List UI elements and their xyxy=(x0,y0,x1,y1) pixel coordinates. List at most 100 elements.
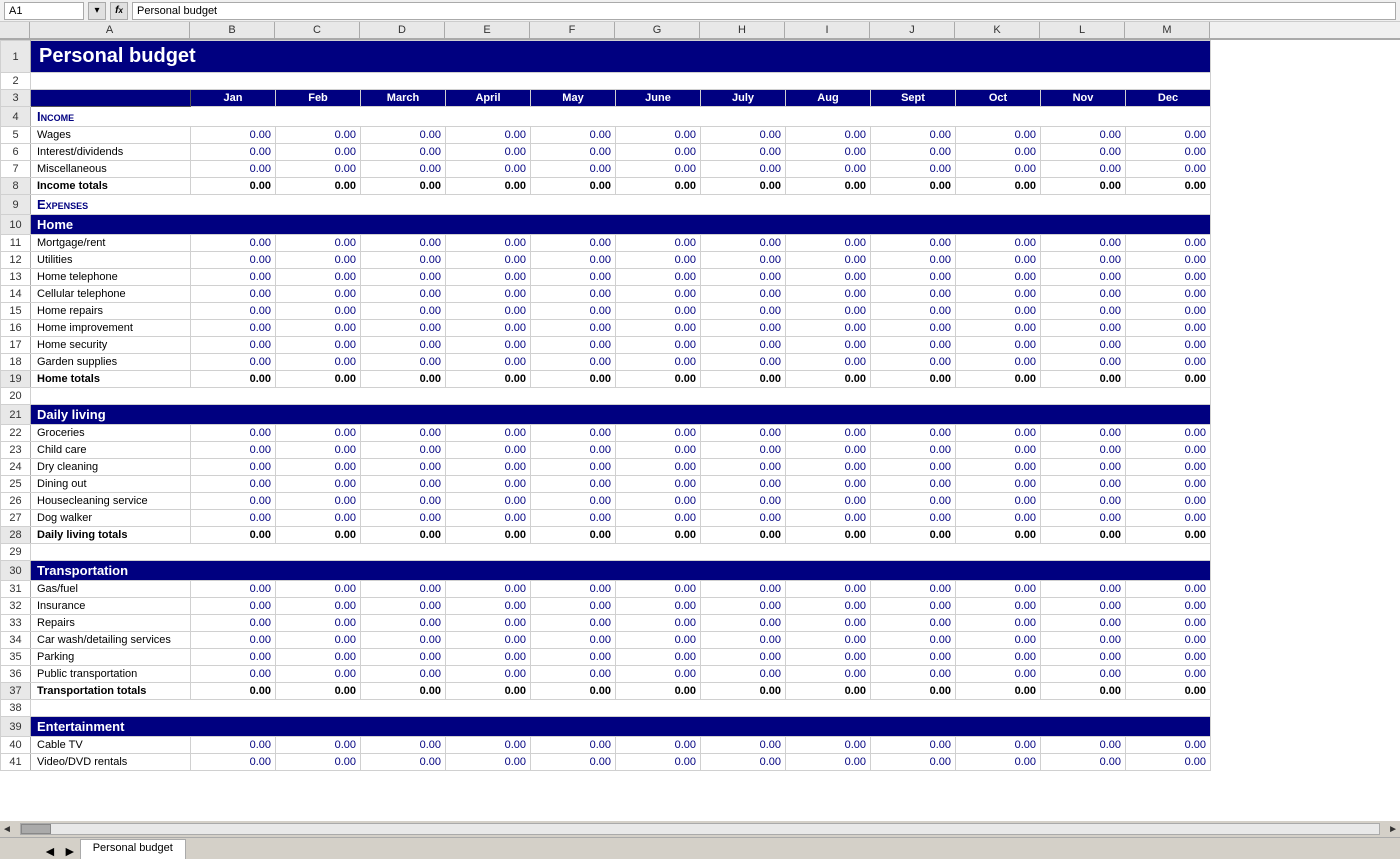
row-2: 2 xyxy=(1,73,1211,90)
row-36-public-transport: 36 Public transportation 0.00 0.00 0.00 … xyxy=(1,666,1211,683)
expand-btn[interactable]: ▾ xyxy=(88,2,106,20)
row-6-interest: 6 Interest/dividends 0.00 0.00 0.00 0.00… xyxy=(1,144,1211,161)
col-header-L[interactable]: L xyxy=(1040,22,1125,38)
row-39-entertainment: 39 Entertainment xyxy=(1,717,1211,737)
wages-apr[interactable]: 0.00 xyxy=(446,127,531,144)
row-25-dining: 25 Dining out 0.00 0.00 0.00 0.00 0.00 0… xyxy=(1,476,1211,493)
row-26-housecleaning: 26 Housecleaning service 0.00 0.00 0.00 … xyxy=(1,493,1211,510)
month-march[interactable]: March xyxy=(361,90,446,107)
col-header-M[interactable]: M xyxy=(1125,22,1210,38)
month-nov[interactable]: Nov xyxy=(1041,90,1126,107)
row-9-expenses: 9 Expenses xyxy=(1,195,1211,215)
row-20: 20 xyxy=(1,388,1211,405)
row-12-utilities: 12 Utilities 0.00 0.00 0.00 0.00 0.00 0.… xyxy=(1,252,1211,269)
wages-oct[interactable]: 0.00 xyxy=(956,127,1041,144)
income-section-header: Income xyxy=(31,107,1211,127)
col-header-H[interactable]: H xyxy=(700,22,785,38)
col-header-E[interactable]: E xyxy=(445,22,530,38)
col-header-I[interactable]: I xyxy=(785,22,870,38)
col-header-A[interactable]: A xyxy=(30,22,190,38)
wages-feb[interactable]: 0.00 xyxy=(276,127,361,144)
col-header-B[interactable]: B xyxy=(190,22,275,38)
row-15-home-repairs: 15 Home repairs 0.00 0.00 0.00 0.00 0.00… xyxy=(1,303,1211,320)
interest-label[interactable]: Interest/dividends xyxy=(31,144,191,161)
month-jan[interactable]: Jan xyxy=(191,90,276,107)
horizontal-scrollbar[interactable]: ◄ ► xyxy=(0,821,1400,837)
transport-section-header: Transportation xyxy=(31,561,1211,581)
wages-mar[interactable]: 0.00 xyxy=(361,127,446,144)
col-header-K[interactable]: K xyxy=(955,22,1040,38)
row-21-daily: 21 Daily living xyxy=(1,405,1211,425)
row-24-dry-cleaning: 24 Dry cleaning 0.00 0.00 0.00 0.00 0.00… xyxy=(1,459,1211,476)
row-13-home-phone: 13 Home telephone 0.00 0.00 0.00 0.00 0.… xyxy=(1,269,1211,286)
row-34-carwash: 34 Car wash/detailing services 0.00 0.00… xyxy=(1,632,1211,649)
month-april[interactable]: April xyxy=(446,90,531,107)
row-8-income-total: 8 Income totals 0.00 0.00 0.00 0.00 0.00… xyxy=(1,178,1211,195)
main-table: 1 Personal budget 2 3 Jan Feb March Apri… xyxy=(0,40,1211,771)
row-29: 29 xyxy=(1,544,1211,561)
row-30-transport: 30 Transportation xyxy=(1,561,1211,581)
home-section-header: Home xyxy=(31,215,1211,235)
expenses-section-header: Expenses xyxy=(31,195,1211,215)
next-sheet-icon[interactable]: ► xyxy=(60,843,80,859)
row-41-dvd: 41 Video/DVD rentals 0.00 0.00 0.00 0.00… xyxy=(1,754,1211,771)
wages-jun[interactable]: 0.00 xyxy=(616,127,701,144)
col-header-F[interactable]: F xyxy=(530,22,615,38)
row-7-misc: 7 Miscellaneous 0.00 0.00 0.00 0.00 0.00… xyxy=(1,161,1211,178)
row-17-home-security: 17 Home security 0.00 0.00 0.00 0.00 0.0… xyxy=(1,337,1211,354)
row-37-transport-total: 37 Transportation totals 0.00 0.00 0.00 … xyxy=(1,683,1211,700)
col-header-D[interactable]: D xyxy=(360,22,445,38)
column-headers: A B C D E F G H I J K L M xyxy=(0,22,1400,40)
wages-label[interactable]: Wages xyxy=(31,127,191,144)
month-dec[interactable]: Dec xyxy=(1126,90,1211,107)
month-may[interactable]: May xyxy=(531,90,616,107)
row-5-wages: 5 Wages 0.00 0.00 0.00 0.00 0.00 0.00 0.… xyxy=(1,127,1211,144)
col-header-G[interactable]: G xyxy=(615,22,700,38)
entertainment-section-header: Entertainment xyxy=(31,717,1211,737)
sheet-tab-personal-budget[interactable]: Personal budget xyxy=(80,839,186,859)
col-header-J[interactable]: J xyxy=(870,22,955,38)
row-23-childcare: 23 Child care 0.00 0.00 0.00 0.00 0.00 0… xyxy=(1,442,1211,459)
daily-section-header: Daily living xyxy=(31,405,1211,425)
spreadsheet-body[interactable]: 1 Personal budget 2 3 Jan Feb March Apri… xyxy=(0,40,1400,855)
scrollbar-track[interactable] xyxy=(20,823,1380,835)
row-35-parking: 35 Parking 0.00 0.00 0.00 0.00 0.00 0.00… xyxy=(1,649,1211,666)
misc-label[interactable]: Miscellaneous xyxy=(31,161,191,178)
wages-aug[interactable]: 0.00 xyxy=(786,127,871,144)
cell-reference[interactable] xyxy=(4,2,84,20)
wages-sep[interactable]: 0.00 xyxy=(871,127,956,144)
row-32-insurance: 32 Insurance 0.00 0.00 0.00 0.00 0.00 0.… xyxy=(1,598,1211,615)
month-oct[interactable]: Oct xyxy=(956,90,1041,107)
row-19-home-total: 19 Home totals 0.00 0.00 0.00 0.00 0.00 … xyxy=(1,371,1211,388)
row-1: 1 Personal budget xyxy=(1,41,1211,73)
row-4-income: 4 Income xyxy=(1,107,1211,127)
month-feb[interactable]: Feb xyxy=(276,90,361,107)
wages-may[interactable]: 0.00 xyxy=(531,127,616,144)
row-num-1: 1 xyxy=(1,41,31,73)
month-july[interactable]: July xyxy=(701,90,786,107)
formula-icon[interactable]: fx xyxy=(110,2,128,20)
row-28-daily-total: 28 Daily living totals 0.00 0.00 0.00 0.… xyxy=(1,527,1211,544)
row-27-dog-walker: 27 Dog walker 0.00 0.00 0.00 0.00 0.00 0… xyxy=(1,510,1211,527)
wages-jul[interactable]: 0.00 xyxy=(701,127,786,144)
row-10-home: 10 Home xyxy=(1,215,1211,235)
row-16-home-improvement: 16 Home improvement 0.00 0.00 0.00 0.00 … xyxy=(1,320,1211,337)
income-total-label[interactable]: Income totals xyxy=(31,178,191,195)
wages-jan[interactable]: 0.00 xyxy=(191,127,276,144)
spreadsheet-title[interactable]: Personal budget xyxy=(31,41,1211,73)
row-22-groceries: 22 Groceries 0.00 0.00 0.00 0.00 0.00 0.… xyxy=(1,425,1211,442)
col-header-C[interactable]: C xyxy=(275,22,360,38)
row-31-gas: 31 Gas/fuel 0.00 0.00 0.00 0.00 0.00 0.0… xyxy=(1,581,1211,598)
formula-bar: ▾ fx xyxy=(0,0,1400,22)
row-40-cable: 40 Cable TV 0.00 0.00 0.00 0.00 0.00 0.0… xyxy=(1,737,1211,754)
wages-dec[interactable]: 0.00 xyxy=(1126,127,1211,144)
row-3-months: 3 Jan Feb March April May June July Aug … xyxy=(1,90,1211,107)
prev-sheet-icon[interactable]: ◄ xyxy=(40,843,60,859)
wages-nov[interactable]: 0.00 xyxy=(1041,127,1126,144)
sheet-tabs-bar: ◄ ► Personal budget xyxy=(0,837,1400,859)
formula-input[interactable] xyxy=(132,2,1396,20)
month-june[interactable]: June xyxy=(616,90,701,107)
month-aug[interactable]: Aug xyxy=(786,90,871,107)
row-38: 38 xyxy=(1,700,1211,717)
month-sept[interactable]: Sept xyxy=(871,90,956,107)
